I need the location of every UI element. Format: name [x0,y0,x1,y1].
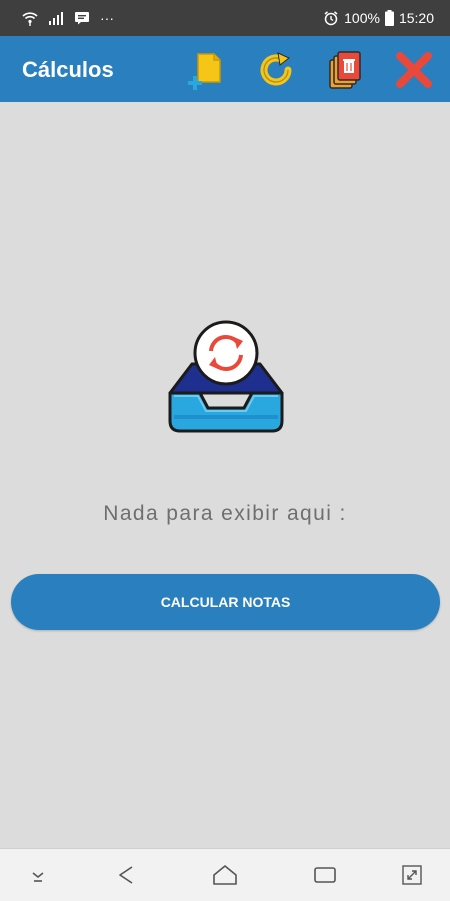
wifi-icon [22,12,38,26]
close-button[interactable] [392,48,436,92]
calculate-grades-button[interactable]: CALCULAR NOTAS [11,574,440,630]
home-button[interactable] [207,857,243,893]
status-bar-right: 100% 15:20 [323,0,434,36]
app-bar: Cálculos [0,36,450,102]
alarm-icon [324,11,338,26]
empty-inbox-refresh-icon [168,320,284,433]
delete-documents-icon [329,51,361,89]
status-bar: ··· 100% 15:20 [0,0,450,36]
hide-keyboard-button[interactable] [20,857,56,893]
expand-button[interactable] [394,857,430,893]
page-title: Cálculos [22,57,114,82]
battery-percent: 100% [344,10,380,26]
battery-icon [384,10,394,26]
recents-icon [314,867,336,883]
main-content: Nada para exibir aqui : CALCULAR NOTAS [0,102,450,848]
empty-message: Nada para exibir aqui : [103,502,347,525]
delete-all-button[interactable] [322,48,366,92]
navigation-bar [0,848,450,901]
add-document-icon [188,53,221,90]
home-icon [213,865,237,885]
back-button[interactable] [108,857,144,893]
recents-button[interactable] [307,857,343,893]
signal-icon [49,12,63,25]
back-icon [119,866,133,884]
more-notifications-icon: ··· [100,10,114,26]
status-bar-left: ··· [22,0,114,36]
message-notification-icon [75,12,89,25]
expand-icon [402,865,422,885]
refresh-button[interactable] [254,48,298,92]
empty-state [160,320,292,440]
refresh-icon [260,52,292,86]
hide-keyboard-icon [32,872,44,882]
add-document-button[interactable] [184,48,228,92]
clock: 15:20 [398,10,434,26]
close-icon [396,52,432,88]
